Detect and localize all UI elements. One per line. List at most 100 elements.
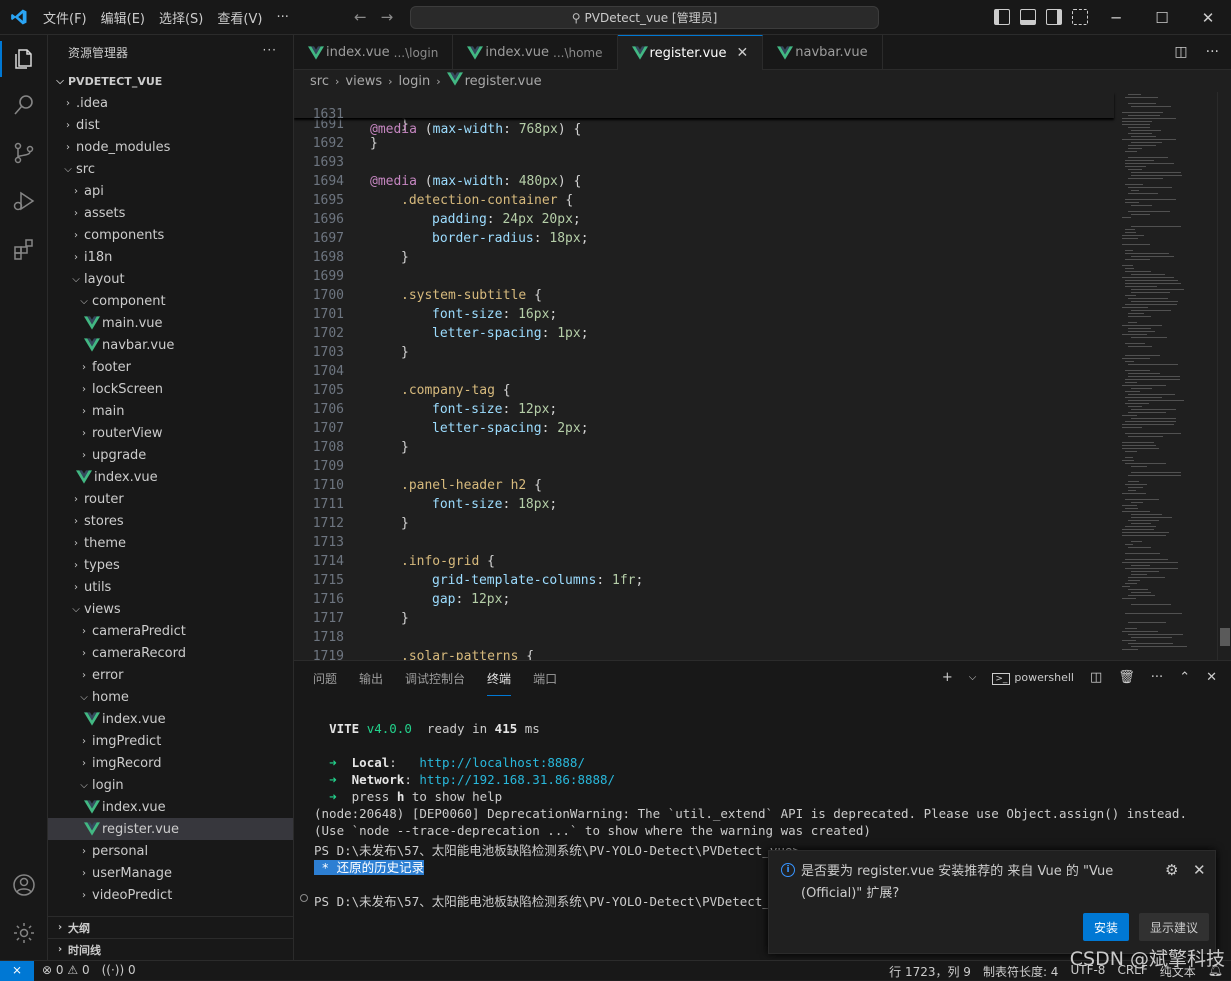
explorer-more-icon[interactable]: ··· (263, 43, 277, 57)
editor-tab[interactable]: index.vue ...\login (294, 35, 454, 70)
tree-folder[interactable]: › imgRecord (48, 752, 293, 774)
panel-more-icon[interactable]: ··· (1151, 670, 1163, 685)
close-window-icon[interactable]: ✕ (1185, 0, 1231, 35)
maximize-panel-icon[interactable]: ⌃ (1179, 670, 1190, 685)
editor-scrollbar[interactable] (1217, 92, 1231, 660)
panel-tab[interactable]: 问题 (313, 661, 337, 696)
notification-settings-gear-icon[interactable]: ⚙ (1165, 861, 1178, 879)
code-line[interactable]: 1703} (294, 345, 1120, 364)
code-editor[interactable]: 1631 @media (max-width: 768px) { 1691} 16… (294, 92, 1120, 660)
run-debug-icon[interactable] (12, 189, 36, 213)
kill-terminal-icon[interactable]: 🗑︎ (1118, 670, 1135, 685)
code-line[interactable]: 1706 font-size: 12px; (294, 402, 1120, 421)
local-url-link[interactable]: http://localhost:8888/ (419, 755, 585, 770)
tree-folder[interactable]: ⌵ src (48, 158, 293, 180)
tree-file[interactable]: index.vue (48, 796, 293, 818)
toggle-primary-sidebar-icon[interactable] (994, 9, 1010, 25)
code-line[interactable]: 1716 gap: 12px; (294, 592, 1120, 611)
menu-item[interactable]: 编辑(E) (94, 8, 152, 27)
code-line[interactable]: 1692} (294, 136, 1120, 155)
tree-folder[interactable]: › userManage (48, 862, 293, 884)
cursor-position[interactable]: 行 1723，列 9 (889, 963, 971, 980)
editor-tab[interactable]: register.vue ✕ (617, 35, 764, 70)
menu-item[interactable]: 文件(F) (36, 8, 94, 27)
code-line[interactable]: 1693 (294, 155, 1120, 174)
close-panel-icon[interactable]: ✕ (1206, 670, 1217, 685)
tree-folder[interactable]: › types (48, 554, 293, 576)
menu-item[interactable]: ··· (269, 10, 295, 25)
tree-folder[interactable]: › components (48, 224, 293, 246)
tree-folder[interactable]: › imgPredict (48, 730, 293, 752)
menu-item[interactable]: 选择(S) (152, 8, 210, 27)
extensions-icon[interactable] (12, 237, 36, 261)
customize-layout-icon[interactable] (1072, 9, 1088, 25)
breadcrumb-item[interactable]: login (399, 74, 431, 89)
editor-more-icon[interactable]: ··· (1206, 44, 1219, 60)
code-line[interactable]: 1696 padding: 24px 20px; (294, 212, 1120, 231)
toggle-secondary-sidebar-icon[interactable] (1046, 9, 1062, 25)
tree-folder[interactable]: › .idea (48, 92, 293, 114)
panel-tab[interactable]: 输出 (359, 661, 383, 696)
maximize-icon[interactable]: ☐ (1139, 0, 1185, 35)
tree-folder[interactable]: ⌵ login (48, 774, 293, 796)
code-line[interactable]: 1709 (294, 459, 1120, 478)
code-line[interactable]: 1701 font-size: 16px; (294, 307, 1120, 326)
tree-folder[interactable]: ⌵ component (48, 290, 293, 312)
panel-tab[interactable]: 终端 (487, 661, 512, 696)
code-line[interactable]: 1713 (294, 535, 1120, 554)
problems-status[interactable]: ⊗ 0 ⚠ 0 (42, 963, 90, 977)
code-line[interactable]: 1715 grid-template-columns: 1fr; (294, 573, 1120, 592)
show-recommendations-button[interactable]: 显示建议 (1139, 913, 1209, 941)
tree-folder[interactable]: › upgrade (48, 444, 293, 466)
new-terminal-icon[interactable]: + (942, 670, 953, 685)
tree-folder[interactable]: › assets (48, 202, 293, 224)
editor-tab[interactable]: navbar.vue (763, 35, 883, 70)
tree-folder[interactable]: ⌵ home (48, 686, 293, 708)
tree-folder[interactable]: › videoPredict (48, 884, 293, 906)
timeline-section[interactable]: › 时间线 (48, 938, 293, 960)
tree-folder[interactable]: › router (48, 488, 293, 510)
tree-folder[interactable]: › utils (48, 576, 293, 598)
install-button[interactable]: 安装 (1083, 913, 1129, 941)
tree-folder[interactable]: › footer (48, 356, 293, 378)
tree-folder[interactable]: ⌵ layout (48, 268, 293, 290)
tree-folder[interactable]: ⌵ views (48, 598, 293, 620)
breadcrumb-item[interactable]: register.vue (465, 74, 542, 89)
scrollbar-thumb[interactable] (1220, 628, 1230, 646)
tab-close-icon[interactable]: ✕ (737, 45, 749, 61)
notification-close-icon[interactable]: ✕ (1193, 861, 1206, 879)
accounts-icon[interactable] (12, 873, 36, 897)
code-line[interactable]: 1694 @media (max-width: 480px) { (294, 174, 1120, 193)
menu-item[interactable]: 查看(V) (210, 8, 269, 27)
split-editor-icon[interactable]: ◫ (1174, 44, 1187, 60)
tree-folder[interactable]: › dist (48, 114, 293, 136)
code-line[interactable]: 1717} (294, 611, 1120, 630)
explorer-root-folder[interactable]: ⌵ PVDETECT_VUE (48, 70, 293, 92)
outline-section[interactable]: › 大纲 (48, 916, 293, 938)
code-line[interactable]: 1711 font-size: 18px; (294, 497, 1120, 516)
code-line[interactable]: 1718 (294, 630, 1120, 649)
code-line[interactable]: 1699 (294, 269, 1120, 288)
command-decoration-icon[interactable] (300, 894, 308, 902)
tree-folder[interactable]: › cameraRecord (48, 642, 293, 664)
source-control-icon[interactable] (12, 141, 36, 165)
code-line[interactable]: 1695 .detection-container { (294, 193, 1120, 212)
settings-gear-icon[interactable] (12, 921, 36, 945)
tree-folder[interactable]: › lockScreen (48, 378, 293, 400)
tree-folder[interactable]: › stores (48, 510, 293, 532)
tree-folder[interactable]: › cameraPredict (48, 620, 293, 642)
code-line[interactable]: 1708} (294, 440, 1120, 459)
terminal-shell[interactable]: >_ powershell (992, 671, 1074, 685)
tree-folder[interactable]: › node_modules (48, 136, 293, 158)
panel-tab[interactable]: 调试控制台 (405, 661, 465, 696)
search-icon[interactable] (12, 93, 36, 117)
command-center[interactable]: ⚲ PVDetect_vue [管理员] (410, 6, 879, 29)
code-line[interactable]: 1719 .solar-patterns { (294, 649, 1120, 660)
split-terminal-icon[interactable]: ◫ (1090, 670, 1102, 685)
code-line[interactable]: 1704 (294, 364, 1120, 383)
code-line[interactable]: 1705 .company-tag { (294, 383, 1120, 402)
tree-folder[interactable]: › routerView (48, 422, 293, 444)
minimap[interactable] (1118, 92, 1218, 660)
sticky-scroll-line[interactable]: 1631 @media (max-width: 768px) { (294, 92, 1114, 137)
tree-folder[interactable]: › i18n (48, 246, 293, 268)
